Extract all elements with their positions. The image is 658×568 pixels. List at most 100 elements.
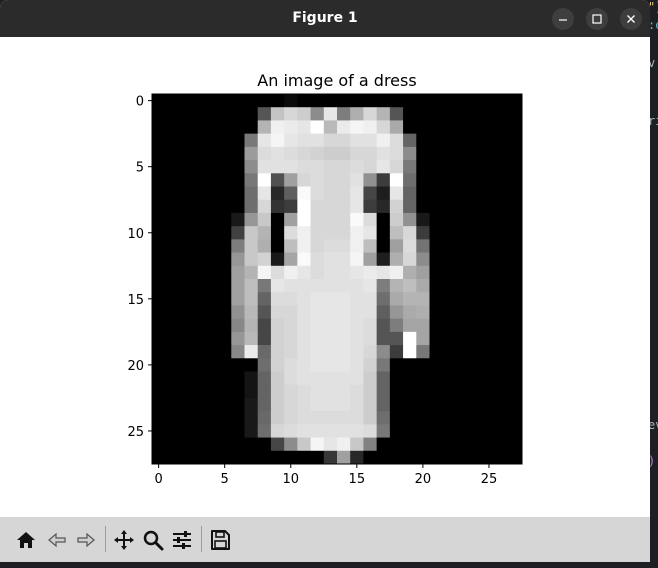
- image-pixel: [389, 437, 404, 452]
- image-pixel: [429, 94, 444, 108]
- title-bar[interactable]: Figure 1: [0, 0, 650, 37]
- image-pixel: [152, 173, 166, 187]
- image-pixel: [218, 279, 232, 293]
- image-pixel: [363, 173, 378, 187]
- image-pixel: [495, 371, 510, 386]
- image-pixel: [442, 265, 457, 280]
- image-pixel: [191, 411, 206, 425]
- image-pixel: [270, 331, 285, 346]
- minimize-button[interactable]: [552, 8, 574, 30]
- image-pixel: [442, 331, 457, 346]
- image-pixel: [244, 133, 259, 148]
- image-pixel: [495, 397, 510, 412]
- image-pixel: [376, 437, 391, 452]
- image-pixel: [350, 226, 364, 240]
- image-pixel: [469, 358, 483, 372]
- image-pixel: [429, 371, 444, 386]
- image-pixel: [508, 437, 523, 452]
- image-pixel: [455, 199, 470, 214]
- close-button[interactable]: [620, 8, 642, 30]
- image-pixel: [191, 397, 206, 412]
- image-pixel: [244, 186, 259, 201]
- image-pixel: [204, 450, 219, 465]
- image-pixel: [244, 384, 259, 399]
- image-pixel: [442, 292, 457, 306]
- image-pixel: [297, 252, 311, 267]
- image-pixel: [191, 173, 206, 187]
- image-pixel: [403, 252, 417, 267]
- forward-button[interactable]: [72, 526, 100, 554]
- image-pixel: [218, 437, 232, 452]
- image-pixel: [297, 437, 311, 452]
- image-pixel: [152, 358, 166, 372]
- image-pixel: [323, 345, 338, 359]
- image-pixel: [416, 424, 430, 438]
- image-pixel: [455, 371, 470, 386]
- image-pixel: [178, 133, 193, 148]
- image-pixel: [310, 371, 325, 386]
- image-pixel: [508, 331, 523, 346]
- image-pixel: [455, 265, 470, 280]
- image-pixel: [455, 424, 470, 438]
- save-button[interactable]: [206, 526, 234, 554]
- image-pixel: [376, 450, 391, 465]
- image-pixel: [231, 94, 245, 108]
- image-pixel: [152, 371, 166, 386]
- image-pixel: [429, 397, 444, 412]
- image-pixel: [389, 146, 404, 161]
- maximize-button[interactable]: [586, 8, 608, 30]
- pan-button[interactable]: [110, 526, 138, 554]
- image-pixel: [469, 160, 483, 174]
- image-pixel: [244, 279, 259, 293]
- y-tick-label: 0: [136, 95, 144, 110]
- image-pixel: [152, 424, 166, 438]
- image-pixel: [363, 437, 378, 452]
- image-pixel: [337, 331, 351, 346]
- image-pixel: [231, 160, 245, 174]
- back-button[interactable]: [43, 526, 71, 554]
- image-pixel: [495, 305, 510, 320]
- image-pixel: [508, 450, 523, 465]
- image-pixel: [191, 120, 206, 135]
- zoom-button[interactable]: [139, 526, 167, 554]
- image-pixel: [403, 239, 417, 253]
- image-pixel: [270, 384, 285, 399]
- image-pixel: [165, 173, 179, 187]
- image-pixel: [482, 318, 496, 333]
- image-pixel: [363, 345, 378, 359]
- image-pixel: [389, 411, 404, 425]
- home-button[interactable]: [12, 526, 40, 554]
- image-pixel: [204, 292, 219, 306]
- configure-subplots-button[interactable]: [168, 526, 196, 554]
- image-pixel: [310, 133, 325, 148]
- image-pixel: [495, 226, 510, 240]
- image-pixel: [508, 107, 523, 121]
- image-pixel: [178, 146, 193, 161]
- image-pixel: [297, 305, 311, 320]
- image-pixel: [191, 239, 206, 253]
- image-pixel: [337, 424, 351, 438]
- toolbar-separator: [201, 526, 202, 552]
- image-pixel: [495, 239, 510, 253]
- image-pixel: [455, 358, 470, 372]
- image-pixel: [376, 384, 391, 399]
- image-pixel: [284, 186, 298, 201]
- image-pixel: [389, 120, 404, 135]
- image-pixel: [442, 146, 457, 161]
- image-pixel: [323, 424, 338, 438]
- image-pixel: [204, 384, 219, 399]
- image-pixel: [469, 279, 483, 293]
- image-pixel: [218, 358, 232, 372]
- image-pixel: [204, 173, 219, 187]
- image-pixel: [178, 411, 193, 425]
- image-pixel: [152, 160, 166, 174]
- image-pixel: [376, 146, 391, 161]
- image-pixel: [508, 133, 523, 148]
- image-pixel: [455, 186, 470, 201]
- figure-canvas[interactable]: An image of a dress 0 5 10 15 20 25 0 5 10 15 20 2…: [0, 37, 650, 517]
- image-pixel: [284, 358, 298, 372]
- image-pixel: [508, 239, 523, 253]
- image-pixel: [495, 94, 510, 108]
- image-pixel: [337, 305, 351, 320]
- image-pixel: [270, 450, 285, 465]
